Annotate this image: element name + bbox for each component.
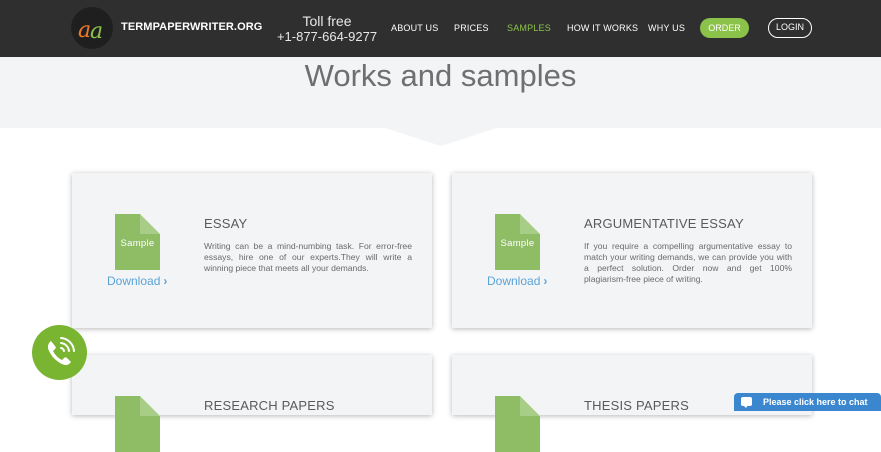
chevron-right-icon: › bbox=[543, 274, 548, 288]
top-nav: a a TERMPAPERWRITER.ORG Toll free +1-877… bbox=[0, 0, 881, 57]
phone-icon bbox=[47, 337, 75, 366]
download-link[interactable]: Download › bbox=[487, 274, 547, 288]
toll-free-label: Toll free bbox=[302, 13, 352, 29]
sample-doc-label: Sample bbox=[500, 238, 535, 249]
sample-document-icon[interactable] bbox=[495, 396, 540, 452]
chat-label: Please click here to chat bbox=[763, 397, 868, 407]
sample-card-research-papers: RESEARCH PAPERS bbox=[72, 355, 432, 452]
brand-name[interactable]: TERMPAPERWRITER.ORG bbox=[121, 21, 262, 33]
nav-prices[interactable]: PRICES bbox=[454, 23, 489, 33]
sample-card-essay: Sample Download › ESSAY Writing can be a … bbox=[72, 173, 432, 328]
sample-description: If you require a compelling argumentativ… bbox=[584, 241, 792, 284]
svg-text:a: a bbox=[90, 19, 103, 44]
download-link[interactable]: Download › bbox=[107, 274, 167, 288]
nav-about-us[interactable]: ABOUT US bbox=[391, 23, 438, 33]
chat-widget[interactable]: Please click here to chat bbox=[734, 393, 881, 411]
chevron-right-icon: › bbox=[163, 274, 168, 288]
order-button[interactable]: ORDER bbox=[700, 18, 749, 38]
toll-free-phone[interactable]: +1-877-664-9277 bbox=[262, 29, 392, 45]
chat-bubble-icon bbox=[741, 397, 752, 408]
nav-samples[interactable]: SAMPLES bbox=[507, 23, 551, 33]
sample-document-icon[interactable]: Sample bbox=[495, 214, 540, 270]
download-label: Download bbox=[107, 274, 161, 288]
sample-doc-label: Sample bbox=[120, 238, 155, 249]
download-label: Download bbox=[487, 274, 541, 288]
page-title: Works and samples bbox=[304, 58, 577, 93]
sample-title: ESSAY bbox=[204, 216, 248, 231]
sample-card-argumentative-essay: Sample Download › ARGUMENTATIVE ESSAY If … bbox=[452, 173, 812, 328]
toll-free-block: Toll free +1-877-664-9277 bbox=[262, 13, 392, 45]
sample-document-icon[interactable]: Sample bbox=[115, 214, 160, 270]
sample-description: Writing can be a mind-numbing task. For … bbox=[204, 241, 412, 273]
nav-how-it-works[interactable]: HOW IT WORKS bbox=[567, 23, 638, 33]
call-button[interactable] bbox=[32, 325, 87, 380]
logo-aa-icon: a a bbox=[78, 18, 103, 44]
sample-document-icon[interactable] bbox=[115, 396, 160, 452]
hero-arrow-decoration bbox=[385, 128, 497, 146]
login-button[interactable]: LOGIN bbox=[768, 18, 812, 38]
sample-title: ARGUMENTATIVE ESSAY bbox=[584, 216, 744, 231]
nav-why-us[interactable]: WHY US bbox=[648, 23, 685, 33]
brand-logo[interactable]: a a bbox=[71, 7, 113, 49]
